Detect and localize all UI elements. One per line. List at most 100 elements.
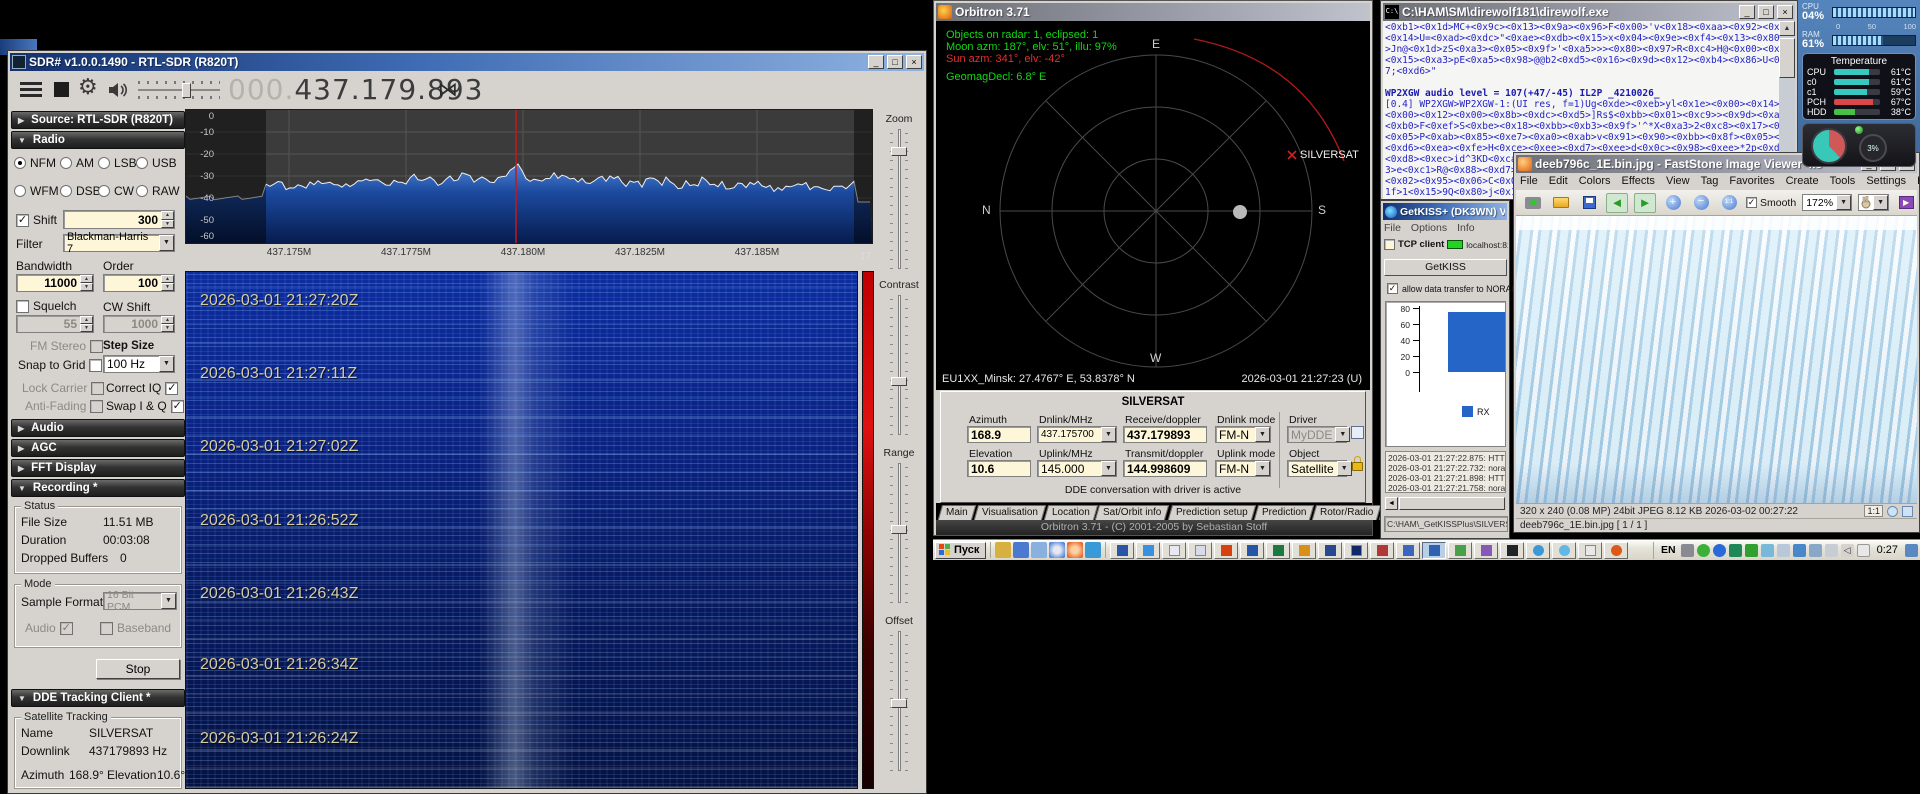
scroll-left-icon[interactable]: ◄ [1385, 497, 1398, 510]
slideshow-icon[interactable]: ▶ [1895, 193, 1917, 213]
maximize-button[interactable]: □ [1758, 5, 1774, 19]
panel-recording[interactable]: Recording * [11, 479, 185, 497]
panel-dde[interactable]: DDE Tracking Client * [11, 689, 185, 707]
menu-favorites[interactable]: Favorites [1729, 175, 1774, 187]
panel-source[interactable]: Source: RTL-SDR (R820T) [11, 111, 185, 129]
chevron-down-icon[interactable]: ▼ [1255, 461, 1270, 476]
smooth-checkbox[interactable]: Smooth [1746, 197, 1796, 209]
previous-image-icon[interactable]: ◄ [1606, 192, 1628, 213]
close-button[interactable]: × [1777, 5, 1793, 19]
start-button[interactable]: Пуск [935, 541, 987, 559]
taskbar-window-button[interactable] [1500, 541, 1525, 559]
taskbar-window-button[interactable] [1552, 541, 1577, 559]
tab-main[interactable]: Main [937, 505, 976, 520]
save-icon[interactable] [1578, 193, 1600, 213]
spinner[interactable]: ▲ ▼ [161, 275, 174, 291]
taskbar-window-button[interactable] [1162, 541, 1187, 559]
stop-icon[interactable] [54, 82, 69, 97]
chevron-down-icon[interactable]: ▼ [159, 356, 174, 372]
capture-icon[interactable] [1522, 193, 1544, 213]
mode-am[interactable]: AM [60, 156, 94, 170]
range-slider[interactable]: Range [877, 447, 921, 607]
language-indicator[interactable]: EN [1659, 544, 1678, 556]
mode-dsb[interactable]: DSB [60, 184, 101, 198]
console-titlebar[interactable]: C:\ C:\HAM\SM\direwolf181\direwolf.exe _… [1383, 3, 1795, 21]
taskbar-window-button[interactable] [1474, 541, 1499, 559]
snap-to-grid-checkbox[interactable]: Snap to Grid [18, 358, 103, 372]
scroll-up-icon[interactable]: ▲ [1779, 21, 1795, 36]
taskbar-window-button[interactable] [1240, 541, 1265, 559]
menu-settings[interactable]: Settings [1866, 175, 1906, 187]
speaker-tray-icon[interactable]: ◁ [1840, 543, 1854, 557]
center-frequency-icon[interactable]: ⋈ [438, 77, 458, 101]
dnlink-mode-dropdown[interactable]: FM-N ▼ [1215, 426, 1271, 443]
scrollbar-thumb[interactable] [1779, 38, 1795, 78]
menu-tools[interactable]: Tools [1830, 175, 1856, 187]
zoom-ratio-indicator[interactable]: 1:1 [1864, 505, 1883, 517]
taskbar-clock[interactable]: 0:27 [1873, 544, 1902, 556]
taskbar-window-button[interactable] [1318, 541, 1343, 559]
getkiss-panel-header[interactable]: GetKISS [1384, 259, 1507, 276]
scrollbar-thumb[interactable] [1399, 497, 1505, 510]
tray-icon[interactable] [1856, 543, 1870, 557]
tab-rotor-radio[interactable]: Rotor/Radio [1311, 505, 1382, 520]
panel-agc[interactable]: AGC [11, 439, 185, 457]
slider-thumb[interactable] [891, 699, 907, 708]
stop-button[interactable]: Stop [96, 659, 180, 679]
taskbar-window-button[interactable] [1448, 541, 1473, 559]
tab-location[interactable]: Location [1043, 505, 1098, 520]
taskbar-window-button[interactable] [1604, 541, 1629, 559]
tab-prediction-setup[interactable]: Prediction setup [1167, 505, 1256, 520]
zoom-out-icon[interactable]: − [1690, 193, 1712, 213]
tray-icon[interactable] [1744, 543, 1758, 557]
tab-visualisation[interactable]: Visualisation [973, 505, 1046, 520]
spectrum-display[interactable]: 0 -10 -20 -30 -40 -50 -60 [185, 109, 873, 244]
uplink-dropdown[interactable]: 145.000 ▼ [1037, 460, 1117, 477]
menu-file[interactable]: File [1384, 222, 1401, 234]
offset-slider[interactable]: Offset [877, 615, 921, 775]
panel-fft[interactable]: FFT Display [11, 459, 185, 477]
gear-icon[interactable]: ⚙ [78, 75, 98, 100]
chevron-down-icon[interactable]: ▼ [1101, 427, 1116, 442]
tray-icon[interactable] [1776, 543, 1790, 557]
taskbar-window-button[interactable] [1370, 541, 1395, 559]
mode-wfm[interactable]: WFM [14, 184, 59, 198]
menu-info[interactable]: Info [1457, 222, 1475, 234]
chevron-down-icon[interactable]: ▼ [1836, 195, 1852, 210]
close-button[interactable]: × [906, 55, 922, 69]
contrast-slider[interactable]: Contrast [877, 279, 921, 439]
mode-lsb[interactable]: LSB [98, 156, 137, 170]
filter-dropdown[interactable]: Blackman-Harris 7 ▼ [63, 231, 175, 255]
quick-launch-icon[interactable] [1067, 542, 1084, 558]
taskbar-window-button[interactable] [1344, 541, 1369, 559]
taskbar-window-button[interactable] [1188, 541, 1213, 559]
correct-iq-checkbox[interactable]: Correct IQ [106, 381, 179, 395]
chevron-down-icon[interactable]: ▼ [1255, 427, 1270, 442]
tcp-client-checkbox[interactable] [1384, 239, 1395, 250]
norad-transfer-checkbox[interactable]: allow data transfer to NORAD ID [1387, 283, 1529, 294]
menu-view[interactable]: View [1666, 175, 1690, 187]
quick-launch-icon[interactable] [1013, 542, 1030, 558]
shift-input[interactable]: 300 ▲ ▼ [63, 210, 175, 229]
chevron-down-icon[interactable]: ▼ [1873, 195, 1889, 210]
actual-size-icon[interactable]: 1:1 [1718, 193, 1740, 213]
quick-launch-icon[interactable] [995, 542, 1012, 558]
taskbar-window-button-active[interactable] [1422, 541, 1447, 559]
menu-effects[interactable]: Effects [1622, 175, 1655, 187]
tab-prediction[interactable]: Prediction [1253, 505, 1315, 520]
panel-audio[interactable]: Audio [11, 419, 185, 437]
menu-options[interactable]: Options [1411, 222, 1447, 234]
waterfall-display[interactable]: 2026-03-01 21:27:20Z 2026-03-01 21:27:11… [185, 271, 858, 789]
volume-slider-thumb[interactable] [182, 83, 191, 98]
dnlink-dropdown[interactable]: 437.175700 ▼ [1037, 426, 1117, 443]
mode-usb[interactable]: USB [136, 156, 177, 170]
slider-thumb[interactable] [891, 525, 907, 534]
chevron-down-icon[interactable]: ▼ [1101, 461, 1116, 476]
spinner[interactable]: ▲ ▼ [80, 275, 93, 291]
step-size-dropdown[interactable]: 100 Hz ▼ [103, 355, 175, 373]
tray-icon[interactable] [1696, 543, 1710, 557]
tray-icon[interactable] [1728, 543, 1742, 557]
sdrsharp-titlebar[interactable]: SDR# v1.0.0.1490 - RTL-SDR (R820T) _ □ × [10, 53, 924, 71]
fit-window-icon[interactable] [1902, 505, 1913, 517]
mode-raw[interactable]: RAW [136, 184, 180, 198]
